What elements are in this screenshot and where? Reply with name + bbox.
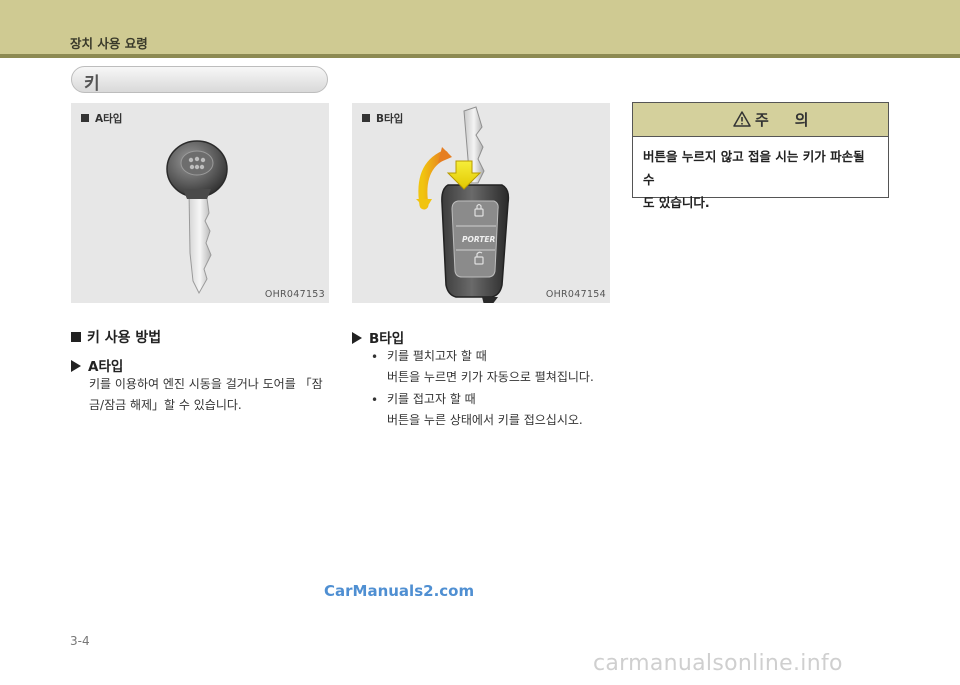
section-title: 키 (84, 74, 100, 94)
figure-label: B타입 (362, 111, 403, 126)
unfold-key-item: 키를 펼치고자 할 때 버튼을 누르면 키가 자동으로 펼쳐집니다. (387, 349, 594, 384)
bullet-dot: • (371, 350, 379, 364)
triangle-bullet-icon (352, 332, 362, 344)
type-a-description: 키를 이용하여 엔진 시동을 걸거나 도어를 「잠 금/잠금 해제」할 수 있습… (89, 377, 323, 412)
key-brand-text: PORTER (462, 235, 496, 244)
key-usage-heading: 키 사용 방법 (71, 327, 161, 347)
key-a-illustration (166, 140, 228, 295)
warning-triangle-icon (733, 111, 751, 127)
bullet-dot: • (371, 393, 379, 407)
caution-header: 주의 (633, 103, 888, 137)
type-a-heading: A타입 (71, 355, 123, 375)
figure-label: A타입 (81, 111, 122, 126)
triangle-bullet-icon (71, 360, 81, 372)
online-watermark: carmanualsonline.info (593, 651, 843, 676)
figure-key-type-a: A타입 OHR047153 (71, 103, 329, 303)
header-divider (0, 54, 960, 58)
square-bullet-icon (362, 114, 370, 122)
carmanuals-watermark: CarManuals2.com (324, 582, 475, 600)
fold-key-item: 키를 접고자 할 때 버튼을 누른 상태에서 키를 접으십시오. (387, 392, 583, 427)
caution-box: 주의 버튼을 누르지 않고 접을 시는 키가 파손될 수 도 있습니다. (632, 102, 889, 210)
section-title-pill: 키 (71, 66, 328, 94)
square-bullet-icon (81, 114, 89, 122)
page-number: 3-4 (70, 634, 90, 648)
type-b-heading: B타입 (352, 327, 404, 347)
square-bullet-icon (71, 332, 81, 342)
caution-title: 주의 (755, 111, 835, 129)
figure-key-type-b: PORTER B타입 OHR047154 (352, 103, 610, 303)
key-b-illustration: PORTER (416, 106, 510, 303)
figure-code: OHR047153 (264, 289, 325, 300)
caution-text: 버튼을 누르지 않고 접을 시는 키가 파손될 수 도 있습니다. (643, 149, 865, 210)
header-title: 장치 사용 요령 (70, 36, 148, 51)
figure-code: OHR047154 (545, 289, 606, 300)
